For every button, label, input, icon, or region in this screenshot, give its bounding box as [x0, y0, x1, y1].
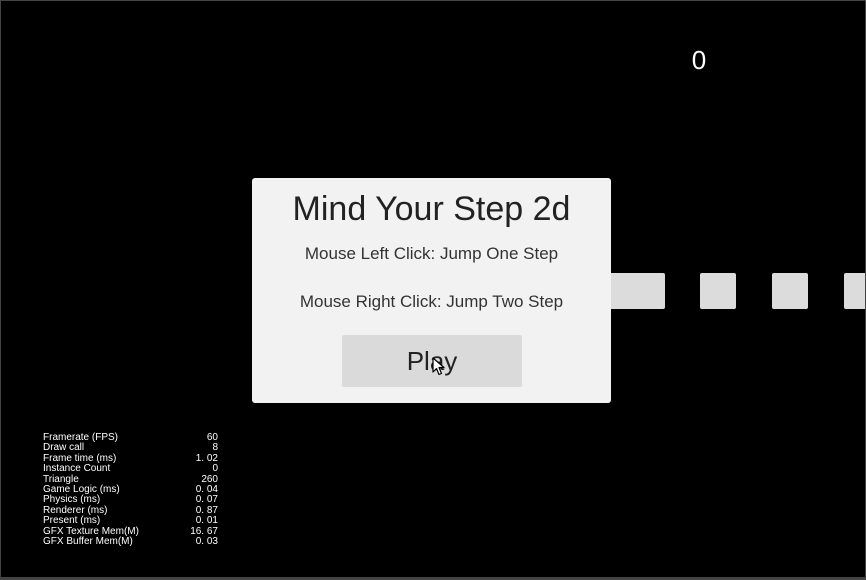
game-title: Mind Your Step 2d [292, 190, 571, 228]
mouse-pointer-icon [432, 357, 445, 376]
stat-label: GFX Buffer Mem(M) [43, 535, 133, 547]
step-block [772, 273, 808, 309]
stat-row: GFX Buffer Mem(M) 0. 03 [43, 535, 218, 547]
stat-label: Instance Count [43, 463, 111, 475]
step-block [844, 273, 865, 309]
stat-value: 0. 01 [195, 515, 218, 527]
stat-value: 0 [212, 463, 218, 475]
step-block [700, 273, 736, 309]
score-counter: 0 [691, 45, 707, 75]
stat-row: Present (ms) 0. 01 [43, 515, 218, 527]
stat-value: 0. 03 [195, 535, 218, 547]
right-click-instruction: Mouse Right Click: Jump Two Step [299, 292, 564, 311]
left-click-instruction: Mouse Left Click: Jump One Step [304, 244, 559, 263]
stat-row: Instance Count 0 [43, 463, 218, 475]
debug-stats-panel: Framerate (FPS) 60 Draw call 8 Frame time (m… [43, 432, 218, 547]
stat-label: Present (ms) [43, 515, 101, 527]
game-canvas[interactable]: 0 Mind Your Step 2d Mouse Left Click: Ju… [0, 0, 866, 580]
